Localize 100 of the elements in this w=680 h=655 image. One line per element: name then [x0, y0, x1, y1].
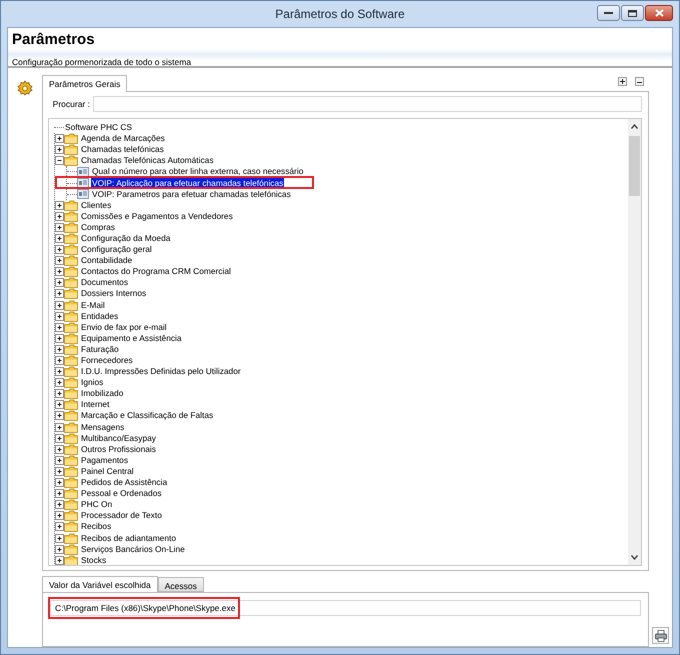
expand-icon[interactable]	[55, 378, 64, 388]
plus-icon	[620, 79, 625, 84]
tree-item[interactable]: Envio de fax por e-mail	[80, 322, 168, 333]
expand-icon[interactable]	[55, 367, 64, 376]
expand-icon[interactable]	[55, 212, 64, 221]
scrollbar[interactable]	[628, 119, 641, 565]
tree-item[interactable]: Processador de Texto	[80, 510, 163, 522]
scroll-up-icon[interactable]	[631, 124, 638, 129]
tree-item[interactable]: Recibos de adiantamento	[80, 532, 177, 544]
tree-item[interactable]: Stocks	[80, 554, 108, 565]
tree-item[interactable]: Qual o número para obter linha externa, caso necessário	[91, 166, 304, 178]
collapse-all-button[interactable]	[635, 77, 644, 86]
tree-item[interactable]: Chamadas Telefónicas Automáticas	[80, 155, 215, 166]
expand-icon[interactable]	[55, 312, 64, 321]
expand-icon[interactable]	[55, 334, 64, 343]
expand-icon[interactable]	[55, 434, 64, 443]
expand-icon[interactable]	[55, 489, 64, 498]
expand-all-button[interactable]	[618, 77, 627, 86]
tree-item[interactable]: Comissões e Pagamentos a Vendedores	[80, 210, 234, 222]
folder-icon	[64, 399, 78, 410]
expand-icon[interactable]	[55, 300, 64, 310]
folder-icon	[64, 222, 78, 233]
expand-icon[interactable]	[55, 478, 64, 488]
tree-item[interactable]: PHC On	[80, 499, 114, 510]
expand-icon[interactable]	[55, 344, 64, 354]
tab[interactable]: Valor da Variável escolhida	[42, 576, 158, 593]
tree-item[interactable]: Agenda de Marcações	[80, 133, 166, 144]
tree-item[interactable]: Configuração da Moeda	[80, 232, 172, 244]
scroll-down-icon[interactable]	[631, 555, 638, 560]
expand-icon[interactable]	[55, 444, 64, 454]
scroll-thumb[interactable]	[629, 136, 640, 196]
tree-item[interactable]: Configuração geral	[80, 244, 153, 256]
expand-icon[interactable]	[55, 322, 64, 332]
tree-item[interactable]: Documentos	[80, 277, 130, 288]
expand-icon[interactable]	[55, 544, 64, 554]
tree-item[interactable]: Internet	[80, 399, 110, 410]
setting-icon	[77, 189, 89, 200]
expand-icon[interactable]	[55, 134, 64, 144]
tree-item[interactable]: Marcação e Classificação de Faltas	[80, 410, 214, 422]
tree-item[interactable]: Entidades	[80, 310, 120, 322]
expand-icon[interactable]	[55, 267, 64, 276]
expand-icon[interactable]	[55, 256, 64, 266]
expand-icon[interactable]	[55, 234, 64, 243]
expand-icon[interactable]	[55, 289, 64, 298]
expand-icon[interactable]	[55, 456, 64, 465]
expand-icon[interactable]	[55, 400, 64, 410]
expand-icon[interactable]	[55, 422, 64, 432]
tree-item[interactable]: Contabilidade	[80, 255, 134, 266]
tree-item[interactable]: Clientes	[80, 200, 112, 211]
tree-item[interactable]: Dossiers Internos	[80, 288, 148, 300]
close-button[interactable]	[645, 5, 673, 21]
expand-icon[interactable]	[55, 389, 64, 398]
expand-icon[interactable]	[55, 556, 64, 565]
tree-item[interactable]: Outros Profissionais	[80, 444, 157, 455]
tree-item[interactable]: Imobilizado	[80, 388, 124, 400]
collapse-icon[interactable]	[55, 156, 64, 166]
tree-item[interactable]: Pedidos de Assistência	[80, 477, 168, 488]
minimize-icon	[604, 11, 613, 15]
expand-icon[interactable]	[55, 411, 64, 420]
value-field[interactable]: C:\Program Files (x86)\Skype\Phone\Skype.exe	[50, 600, 641, 616]
expand-icon[interactable]	[55, 245, 64, 254]
folder-icon	[64, 232, 78, 244]
expand-icon[interactable]	[55, 200, 64, 210]
expand-icon[interactable]	[55, 500, 64, 510]
tab[interactable]: Parâmetros Gerais	[42, 75, 128, 92]
expand-icon[interactable]	[55, 356, 64, 366]
tree-item[interactable]: VOIP: Parametros para efetuar chamadas telefónicas	[91, 188, 292, 200]
tree-item[interactable]: Fornecedores	[80, 355, 134, 366]
tree-item[interactable]: Software PHC CS	[64, 122, 134, 134]
search-field[interactable]	[93, 96, 642, 112]
tree-item[interactable]: Compras	[80, 222, 116, 233]
tree-item[interactable]: Serviços Bancários On-Line	[80, 544, 186, 555]
print-button[interactable]	[652, 627, 669, 644]
tree-item[interactable]: Faturação	[80, 344, 120, 355]
tree-item[interactable]: Pagamentos	[80, 454, 130, 466]
expand-icon[interactable]	[55, 278, 64, 288]
setting-icon	[77, 178, 89, 188]
tree-item[interactable]: Mensagens	[80, 422, 126, 433]
minimize-button[interactable]	[597, 5, 620, 21]
tree-item[interactable]: Chamadas telefónicas	[80, 144, 165, 156]
tree-item[interactable]: I.D.U. Impressões Definidas pelo Utilizador	[80, 366, 242, 378]
folder-icon	[64, 554, 78, 565]
tree-item[interactable]: Multibanco/Easypay	[80, 432, 157, 444]
tree-item[interactable]: E-Mail	[80, 300, 106, 311]
maximize-button[interactable]	[621, 5, 644, 21]
tree-item[interactable]: Pessoal e Ordenados	[80, 488, 163, 500]
tree-item[interactable]: Contactos do Programa CRM Comercial	[80, 266, 232, 278]
expand-icon[interactable]	[55, 145, 64, 154]
folder-icon	[64, 322, 78, 333]
expand-icon[interactable]	[55, 511, 64, 520]
tree-item[interactable]: Painel Central	[80, 466, 135, 477]
folder-icon	[64, 410, 78, 422]
tree-item[interactable]: Equipamento e Assistência	[80, 332, 183, 344]
tab[interactable]: Acessos	[158, 576, 204, 592]
tree-item[interactable]: Ignios	[80, 377, 104, 388]
expand-icon[interactable]	[55, 534, 64, 543]
expand-icon[interactable]	[55, 466, 64, 476]
expand-icon[interactable]	[55, 222, 64, 232]
tree-item[interactable]: Recibos	[80, 521, 112, 532]
expand-icon[interactable]	[55, 522, 64, 532]
